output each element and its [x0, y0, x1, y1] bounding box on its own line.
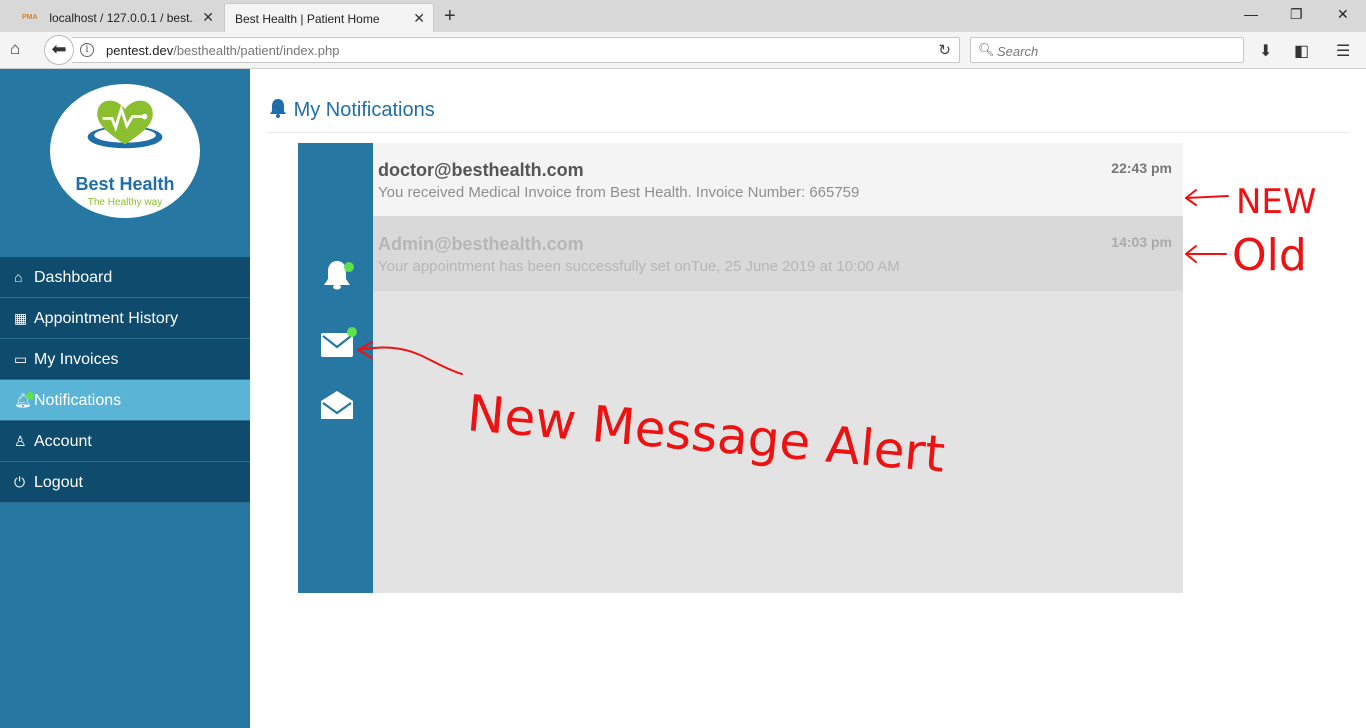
page-title-text: My Notifications [293, 99, 435, 121]
url-path: /besthealth/patient/index.php [173, 43, 340, 58]
sidebar-item-dashboard[interactable]: ⌂ Dashboard [0, 257, 250, 298]
sidebar-item-appointment-history[interactable]: ▦ Appointment History [0, 298, 250, 339]
sidebar-item-notifications[interactable]: 🔔︎ Notifications [0, 380, 250, 421]
envelope-badge-dot [347, 327, 357, 337]
annotation-old-label: Old [1232, 230, 1307, 281]
notification-message: Your appointment has been successfully s… [378, 258, 900, 275]
notification-item-old[interactable]: Admin@besthealth.com Your appointment ha… [373, 217, 1183, 291]
notification-sender: Admin@besthealth.com [378, 234, 584, 254]
home-icon: ⌂ [14, 269, 23, 285]
logo-name: Best Health [75, 174, 175, 194]
sidebar-toggle-icon[interactable]: ◧ [1294, 41, 1309, 61]
home-icon[interactable]: ⌂ [10, 40, 28, 58]
envelope-open-icon[interactable] [320, 389, 354, 419]
credit-card-icon: ▭ [14, 351, 28, 367]
minimize-icon[interactable]: — [1244, 4, 1258, 24]
back-arrow-icon: ⬅ [51, 39, 67, 59]
search-input[interactable]: 🔍︎ Search [970, 37, 1244, 63]
restore-icon[interactable]: ❐ [1290, 4, 1303, 24]
tab-close-icon[interactable]: ✕ [202, 3, 214, 31]
bell-icon[interactable] [320, 260, 354, 290]
calendar-icon: ▦ [14, 310, 28, 326]
reload-icon[interactable]: ↻ [938, 41, 951, 59]
close-window-icon[interactable]: ✕ [1337, 4, 1349, 24]
url-host: pentest.dev [106, 43, 174, 58]
browser-tab-bar: PMA localhost / 127.0.0.1 / best... ✕ Be… [0, 0, 1366, 32]
logo-tagline: The Healthy way [87, 197, 163, 208]
sidebar-item-label: Account [34, 433, 92, 450]
notification-time: 22:43 pm [1111, 160, 1172, 176]
phpmyadmin-favicon-icon: PMA [22, 13, 38, 21]
notification-item-new[interactable]: doctor@besthealth.com You received Medic… [373, 143, 1183, 217]
browser-tab-active[interactable]: Best Health | Patient Home ✕ [224, 3, 434, 32]
browser-nav-bar: ⌂ i pentest.dev/besthealth/patient/index… [0, 32, 1366, 69]
sidebar-item-label: Appointment History [34, 310, 179, 327]
search-icon: 🔍︎ [978, 42, 995, 57]
annotation-new-label: NEW [1236, 182, 1317, 222]
envelope-icon[interactable] [320, 327, 357, 360]
sidebar-item-logout[interactable]: ⏻ Logout [0, 462, 250, 503]
sidebar-item-my-invoices[interactable]: ▭ My Invoices [0, 339, 250, 380]
page-title: My Notifications [268, 98, 435, 122]
new-tab-button[interactable]: + [444, 3, 456, 29]
notification-badge-dot [26, 392, 34, 400]
user-icon: ♙ [14, 433, 27, 449]
sidebar-menu: ⌂ Dashboard ▦ Appointment History ▭ My Invo… [0, 257, 250, 503]
notifications-panel: doctor@besthealth.com You received Medic… [298, 143, 1183, 593]
heart-logo-icon [87, 100, 163, 149]
url-text[interactable]: pentest.dev/besthealth/patient/index.php [106, 43, 339, 58]
divider [268, 132, 1348, 133]
bell-badge-dot [344, 262, 354, 272]
browser-tab-phpmyadmin[interactable]: PMA localhost / 127.0.0.1 / best... ✕ [12, 3, 222, 32]
notifications-side-bar [298, 143, 373, 593]
url-bar[interactable]: i pentest.dev/besthealth/patient/index.p… [72, 37, 960, 63]
tab-title: Best Health | Patient Home [235, 11, 380, 26]
power-icon: ⏻ [14, 474, 26, 490]
tab-title: localhost / 127.0.0.1 / best... [49, 10, 195, 25]
notification-sender: doctor@besthealth.com [378, 160, 584, 180]
sidebar-item-label: Notifications [34, 392, 122, 409]
logo[interactable]: Best Health The Healthy way [50, 84, 200, 218]
sidebar-item-label: My Invoices [34, 351, 119, 368]
back-button[interactable]: ⬅ [44, 35, 74, 65]
sidebar-item-label: Dashboard [34, 269, 113, 286]
sidebar-item-account[interactable]: ♙ Account [0, 421, 250, 462]
search-placeholder: Search [997, 44, 1039, 59]
bell-icon [270, 99, 286, 118]
notification-message: You received Medical Invoice from Best H… [378, 184, 860, 201]
notification-time: 14:03 pm [1111, 234, 1172, 250]
bell-icon: 🔔︎ [14, 392, 32, 408]
sidebar: Best Health The Healthy way ⌂ Dashboard ▦… [0, 69, 250, 728]
menu-icon[interactable]: ☰ [1336, 41, 1350, 61]
sidebar-item-label: Logout [34, 474, 83, 491]
info-icon[interactable]: i [80, 43, 94, 57]
annotation-arrow-new [1185, 189, 1229, 206]
download-icon[interactable]: ⬇ [1259, 41, 1272, 61]
annotation-arrow-old [1185, 245, 1227, 263]
tab-close-icon[interactable]: ✕ [413, 4, 425, 32]
